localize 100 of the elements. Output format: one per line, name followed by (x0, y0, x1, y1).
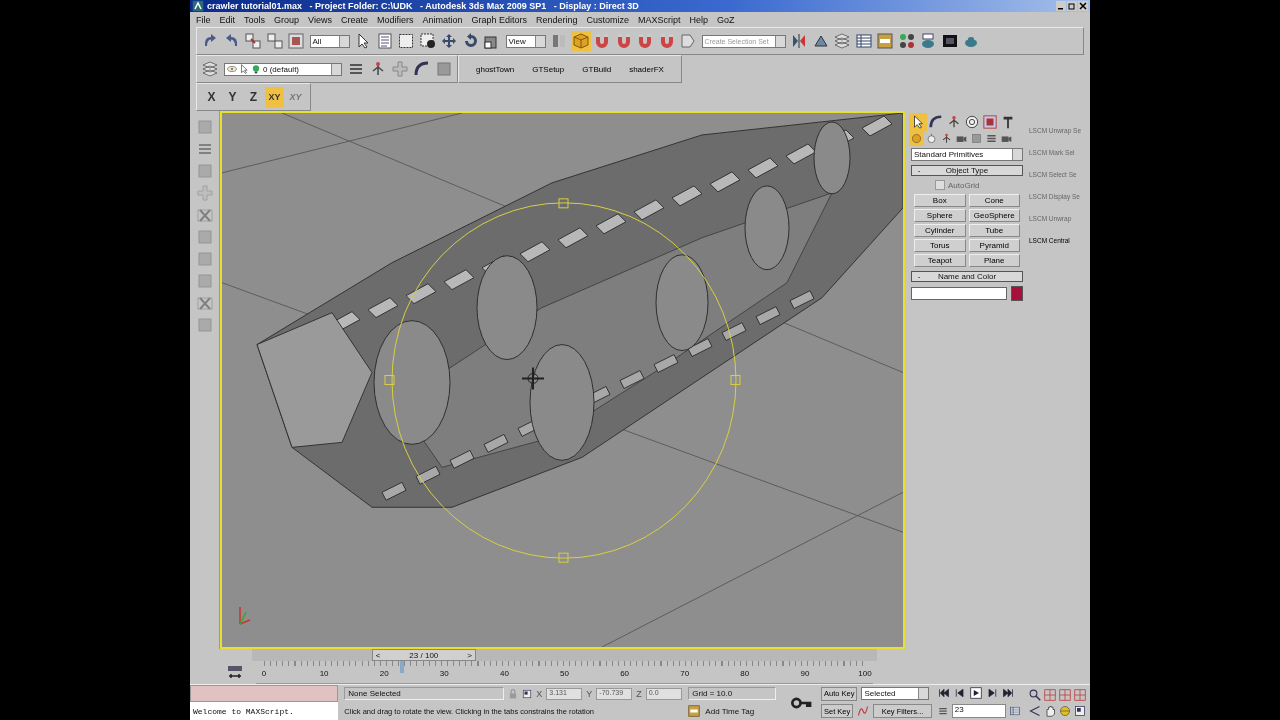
pivot-icon[interactable] (551, 33, 567, 49)
dots-icon[interactable] (898, 33, 915, 49)
current-frame-field[interactable]: 23 (951, 703, 1006, 718)
tag-icon[interactable] (680, 33, 696, 49)
move-icon[interactable] (441, 33, 457, 49)
track-bar[interactable]: 0 10 20 30 40 50 60 70 80 90 100 (256, 661, 873, 684)
link-icon[interactable] (245, 33, 261, 49)
menu-item[interactable]: Create (340, 14, 368, 25)
rotate-gizmo-drawing[interactable] (384, 198, 741, 563)
listener-input[interactable] (190, 685, 339, 702)
object-category-dropdown[interactable]: Standard Primitives (911, 148, 1023, 161)
window-crossing-icon[interactable] (419, 33, 436, 49)
perspective-viewport[interactable] (220, 111, 905, 649)
hand-icon[interactable] (1043, 704, 1056, 717)
primitive-button[interactable]: Sphere (914, 209, 966, 222)
maximize-icon[interactable] (1073, 704, 1086, 717)
menu-item[interactable]: File (196, 14, 211, 25)
unlink-icon[interactable] (266, 33, 283, 49)
cursor-icon[interactable] (355, 33, 371, 49)
dashed-rectangle-icon[interactable] (398, 33, 414, 49)
curve-icon[interactable] (857, 705, 870, 718)
key-mode-dropdown[interactable]: Selected (861, 687, 930, 701)
menu-item[interactable]: Graph Editors (471, 14, 527, 25)
menu-item[interactable]: Customize (586, 14, 630, 25)
snap-magnet-icon[interactable] (658, 33, 675, 49)
zoom-icon[interactable] (1028, 688, 1041, 701)
play-icon[interactable] (969, 687, 982, 700)
stack-icon[interactable] (986, 133, 997, 144)
menu-item[interactable]: GoZ (717, 14, 735, 25)
next-frame-arrow[interactable]: > (467, 650, 472, 660)
hammer-icon[interactable] (1001, 115, 1015, 129)
primitive-button[interactable]: Torus (914, 239, 966, 252)
primitive-button[interactable]: Pyramid (968, 239, 1020, 252)
primitive-button[interactable]: Cylinder (914, 224, 966, 237)
rollout-header[interactable]: - Object Type (911, 165, 1023, 176)
minimize-icon[interactable] (1056, 1, 1066, 11)
layers-icon[interactable] (202, 61, 218, 77)
menu-item[interactable]: Animation (422, 14, 463, 25)
rotate-icon[interactable] (462, 33, 479, 49)
stack-icon[interactable] (348, 61, 364, 77)
menu-item[interactable]: Help (689, 14, 709, 25)
axis-button[interactable]: XY (265, 86, 284, 108)
primitive-button[interactable]: Tube (968, 224, 1020, 237)
bend-icon[interactable] (414, 61, 430, 77)
menu-item[interactable]: Views (308, 14, 332, 25)
rollout-header[interactable]: - Name and Color (911, 271, 1023, 282)
sphere-icon[interactable] (911, 133, 922, 144)
transform-mode-icon[interactable] (522, 688, 533, 699)
menu-item[interactable]: Rendering (536, 14, 578, 25)
menu-item[interactable]: Tools (244, 14, 266, 25)
previous-frame-icon[interactable] (953, 687, 966, 700)
primitive-button[interactable]: Teapot (914, 254, 966, 267)
axis-button[interactable]: X (202, 86, 221, 108)
layer-dropdown[interactable]: 0 (default) (224, 62, 342, 76)
curved-arrow-icon[interactable] (202, 33, 218, 49)
primitive-button[interactable]: Box (914, 194, 966, 207)
table-icon[interactable] (855, 33, 872, 49)
cursor-icon[interactable] (911, 115, 925, 129)
axis-button[interactable]: Y (223, 86, 242, 108)
menu-item[interactable]: MAXScript (638, 14, 681, 25)
object-name-field[interactable] (911, 287, 1007, 300)
mirror-icon[interactable] (791, 33, 807, 49)
restore-icon[interactable] (1067, 1, 1077, 11)
reference-coordinate-dropdown[interactable]: View (505, 34, 546, 48)
snap-magnet-icon[interactable] (594, 33, 610, 49)
camera-icon[interactable] (1001, 133, 1012, 144)
primitive-button[interactable]: GeoSphere (968, 209, 1020, 222)
selection-filter-dropdown[interactable]: All (309, 34, 350, 48)
menu-item[interactable]: Edit (219, 14, 236, 25)
menu-item[interactable]: Modifiers (376, 14, 414, 25)
list-icon[interactable] (376, 33, 393, 49)
first-frame-icon[interactable] (937, 687, 950, 700)
menu-item[interactable]: Group (274, 14, 300, 25)
camera-icon[interactable] (956, 133, 967, 144)
add-time-tag[interactable]: Add Time Tag (702, 704, 775, 718)
close-icon[interactable] (1078, 1, 1088, 11)
stack-icon[interactable] (196, 141, 213, 157)
layers-icon[interactable] (834, 33, 850, 49)
time-slider-thumb[interactable]: < 23 / 100 > (371, 649, 476, 661)
previous-frame-arrow[interactable]: < (375, 650, 381, 660)
toolbar-button[interactable]: ghostTown (467, 59, 524, 79)
primitive-button[interactable]: Cone (968, 194, 1020, 207)
panel-icon[interactable] (877, 33, 893, 49)
cube-icon[interactable] (572, 33, 589, 49)
toolbar-button[interactable]: GTSetup (523, 59, 574, 79)
cross-icon[interactable] (196, 295, 213, 311)
snap-magnet-icon[interactable] (637, 33, 653, 49)
cross-icon[interactable] (196, 207, 213, 223)
last-frame-icon[interactable] (1001, 687, 1014, 700)
axis-button[interactable]: Z (244, 86, 263, 108)
scale-icon[interactable] (484, 33, 500, 49)
next-frame-icon[interactable] (985, 687, 998, 700)
box-icon[interactable] (971, 133, 982, 144)
align-icon[interactable] (812, 33, 829, 49)
color-swatch[interactable] (1011, 286, 1023, 301)
toolbar-button[interactable]: GTBuild (573, 59, 621, 79)
square-icon[interactable] (436, 61, 452, 77)
autogrid-checkbox[interactable] (935, 180, 945, 190)
bend-icon[interactable] (929, 115, 943, 129)
snap-magnet-icon[interactable] (615, 33, 632, 49)
